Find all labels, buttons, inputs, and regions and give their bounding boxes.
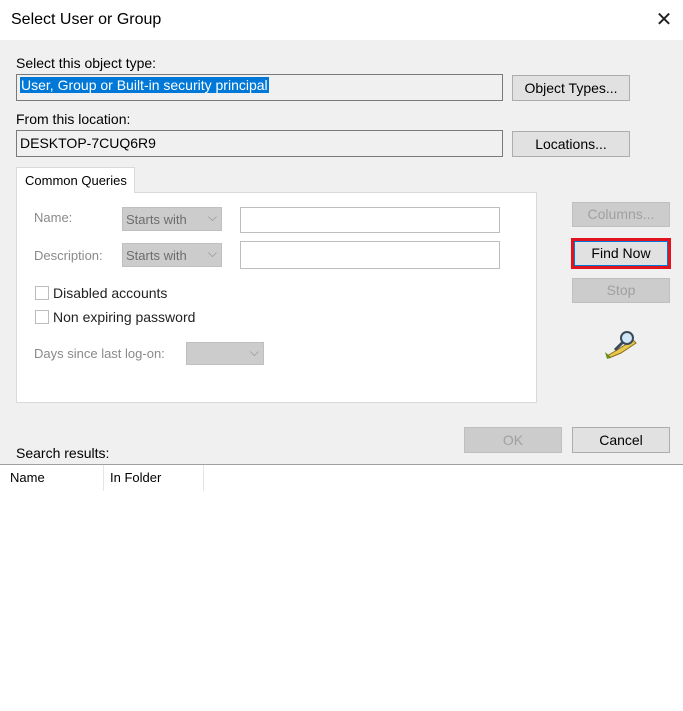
- object-types-button[interactable]: Object Types...: [512, 75, 630, 101]
- tab-common-queries[interactable]: Common Queries: [16, 167, 135, 193]
- cancel-button[interactable]: Cancel: [572, 427, 670, 453]
- object-type-value: User, Group or Built-in security princip…: [20, 77, 269, 93]
- name-input[interactable]: [240, 207, 500, 233]
- find-now-button[interactable]: Find Now: [571, 238, 671, 269]
- name-label: Name:: [34, 210, 73, 225]
- search-users-icon: [603, 330, 639, 360]
- close-icon[interactable]: ✕: [650, 6, 678, 34]
- location-value: DESKTOP-7CUQ6R9: [20, 135, 156, 151]
- column-header-name[interactable]: Name: [0, 465, 104, 491]
- locations-button[interactable]: Locations...: [512, 131, 630, 157]
- stop-button[interactable]: Stop: [572, 278, 670, 303]
- description-mode-select[interactable]: Starts with ⌵: [122, 243, 222, 267]
- object-type-label: Select this object type:: [16, 55, 157, 71]
- description-input[interactable]: [240, 241, 500, 269]
- non-expiring-password-label: Non expiring password: [53, 309, 196, 325]
- name-mode-select[interactable]: Starts with ⌵: [122, 207, 222, 231]
- ok-button[interactable]: OK: [464, 427, 562, 453]
- non-expiring-password-checkbox[interactable]: [35, 310, 49, 324]
- columns-button[interactable]: Columns...: [572, 202, 670, 227]
- search-results-list[interactable]: Name In Folder: [0, 464, 683, 711]
- disabled-accounts-checkbox[interactable]: [35, 286, 49, 300]
- chevron-down-icon: ⌵: [207, 246, 217, 260]
- chevron-down-icon: ⌵: [207, 210, 217, 224]
- location-field: DESKTOP-7CUQ6R9: [16, 130, 503, 157]
- search-results-label: Search results:: [16, 445, 110, 461]
- column-header-in-folder[interactable]: In Folder: [100, 465, 204, 491]
- description-mode-value: Starts with: [126, 248, 187, 263]
- disabled-accounts-label: Disabled accounts: [53, 285, 168, 301]
- location-label: From this location:: [16, 111, 131, 127]
- name-mode-value: Starts with: [126, 212, 187, 227]
- days-since-logon-select[interactable]: ⌵: [186, 342, 264, 365]
- object-type-field[interactable]: User, Group or Built-in security princip…: [16, 74, 503, 101]
- days-since-logon-label: Days since last log-on:: [34, 346, 165, 361]
- description-label: Description:: [34, 248, 103, 263]
- chevron-down-icon: ⌵: [249, 345, 259, 359]
- window-title: Select User or Group: [11, 11, 162, 28]
